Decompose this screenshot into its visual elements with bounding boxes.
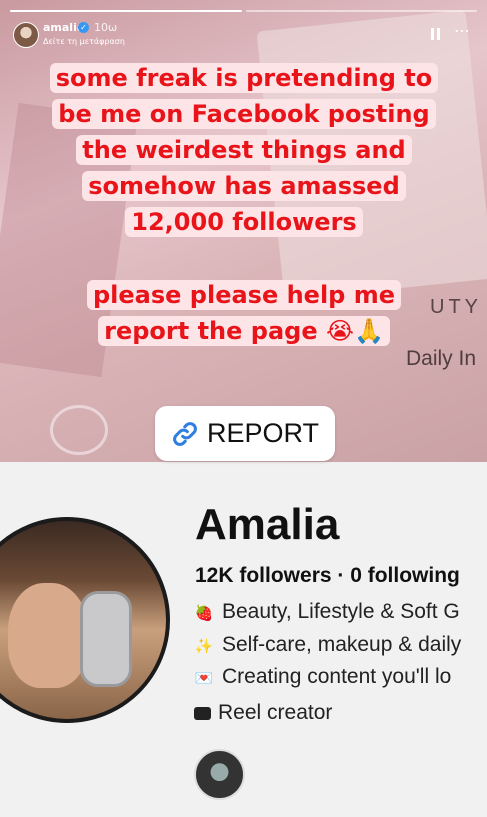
- more-options-icon[interactable]: ⋯: [454, 23, 471, 39]
- bio-text: Beauty, Lifestyle & Soft G: [222, 600, 460, 623]
- verified-badge-icon: ✓: [78, 22, 89, 33]
- caption-line: 12,000 followers: [125, 207, 363, 237]
- profile-name: Amalia: [195, 500, 340, 549]
- caption-line: some freak is pretending to: [49, 63, 439, 93]
- pause-icon[interactable]: [431, 28, 441, 40]
- caption-line: be me on Facebook posting: [52, 99, 436, 129]
- mutual-friend-avatar: [194, 749, 245, 800]
- heart-letter-icon: 💌: [194, 670, 214, 687]
- link-icon: [173, 421, 197, 446]
- background-ring: [50, 405, 108, 455]
- strawberry-icon: 🍓: [194, 605, 214, 622]
- bio-text: Self-care, makeup & daily: [222, 633, 462, 656]
- avatar[interactable]: [13, 22, 39, 48]
- background-tagline-text: Daily In: [406, 347, 477, 370]
- story-timestamp: 10ω: [94, 21, 118, 34]
- profile-stats: 12K followers · 0 following: [195, 564, 460, 587]
- caption-line: please please help me: [86, 280, 401, 310]
- bio-text: Creating content you'll lo: [222, 665, 452, 688]
- story-viewer[interactable]: UTY Daily In amalia ✓ 10ω Δείτε τη μετάφ…: [0, 0, 487, 817]
- report-link-label: REPORT: [206, 418, 320, 448]
- bio-line: 🍓 Beauty, Lifestyle & Soft G: [194, 600, 460, 624]
- sparkle-icon: ✨: [194, 638, 214, 655]
- background-brand-text: UTY: [430, 296, 482, 318]
- story-caption-request: please please help me report the page 😭🙏: [58, 277, 430, 349]
- story-progress: [10, 10, 477, 12]
- profile-category: Reel creator: [194, 701, 332, 725]
- caption-line: somehow has amassed: [82, 171, 406, 201]
- clapper-icon: [194, 707, 211, 720]
- profile-face: [8, 583, 88, 688]
- translate-link[interactable]: Δείτε τη μετάφραση: [43, 37, 125, 46]
- headphones-shape: [80, 591, 132, 687]
- progress-segment: [10, 10, 242, 12]
- progress-segment: [245, 10, 477, 12]
- caption-line: the weirdest things and: [76, 135, 412, 165]
- bio-line: 💌 Creating content you'll lo: [194, 665, 452, 689]
- report-link-sticker[interactable]: REPORT: [155, 406, 335, 461]
- story-caption-main: some freak is pretending to be me on Fac…: [28, 60, 460, 240]
- caption-line: report the page 😭🙏: [98, 316, 390, 346]
- category-text: Reel creator: [218, 701, 333, 724]
- bio-line: ✨ Self-care, makeup & daily: [194, 633, 462, 657]
